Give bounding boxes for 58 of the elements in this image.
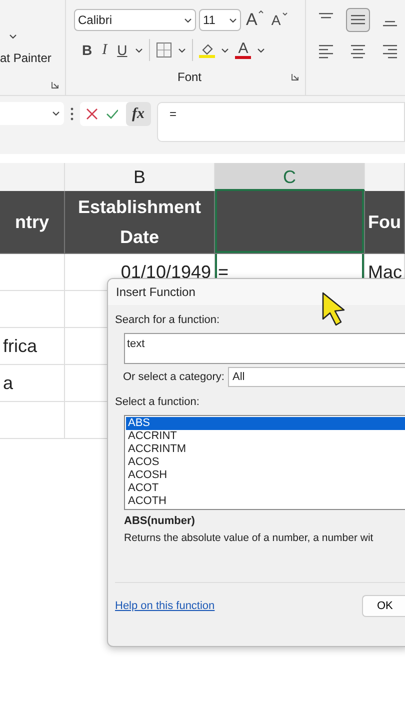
caret-icon[interactable]	[184, 18, 192, 22]
search-field[interactable]: text	[124, 333, 405, 364]
function-list-item[interactable]: ACCRINT	[126, 430, 405, 443]
down-chevron-icon	[282, 12, 288, 16]
group-label: Font	[177, 70, 202, 84]
align-center-icon	[351, 45, 365, 59]
table-cell: Establishment Date	[65, 191, 215, 254]
enter-icon[interactable]	[106, 108, 118, 120]
fill-color-icon[interactable]	[199, 42, 216, 58]
function-list-item[interactable]: ACOSH	[126, 469, 405, 482]
caret-icon[interactable]	[9, 34, 17, 39]
table-cell: a	[0, 365, 65, 402]
align-middle-icon	[351, 15, 365, 25]
underline-button[interactable]: U	[115, 42, 130, 58]
function-signature: ABS(number)	[124, 515, 196, 527]
align-right-icon	[383, 45, 397, 59]
caret-icon[interactable]	[229, 18, 237, 22]
font-size-dropdown[interactable]: 11	[199, 9, 241, 31]
italic-button[interactable]: I	[100, 42, 110, 58]
caret-icon[interactable]	[257, 48, 266, 52]
align-left-icon	[319, 45, 333, 59]
up-chevron-icon	[258, 10, 264, 14]
grow-font-button[interactable]: A	[244, 10, 266, 30]
caret-icon[interactable]	[221, 48, 230, 52]
table-cell: ntry	[0, 191, 65, 254]
shrink-font-button[interactable]: A	[269, 12, 290, 28]
dialog-launcher-icon[interactable]	[51, 81, 59, 89]
bold-button[interactable]: B	[80, 42, 94, 58]
align-bottom-icon	[383, 21, 397, 27]
caret-icon[interactable]	[135, 48, 144, 52]
align-top-icon	[319, 13, 333, 19]
function-list-item[interactable]: ABS	[126, 417, 405, 430]
formula-field[interactable]: =	[156, 102, 405, 142]
ok-button[interactable]: OK	[362, 595, 405, 617]
function-list-item[interactable]: ACCRINTM	[126, 443, 405, 456]
category-label: Or select a category:	[123, 371, 224, 383]
table-cell: Fou	[365, 191, 405, 254]
column-header[interactable]: C	[215, 163, 365, 191]
caret-icon[interactable]	[178, 48, 186, 52]
cursor-icon	[321, 291, 345, 327]
format-painter-label[interactable]: at Painter	[0, 51, 65, 65]
function-list-item[interactable]: ACOTH	[126, 495, 405, 508]
table-cell: frica	[0, 328, 65, 365]
category-dropdown[interactable]: All	[228, 367, 405, 387]
function-list-label: Select a function:	[115, 395, 200, 409]
more-icon[interactable]	[70, 107, 74, 121]
font-name-dropdown[interactable]: Calibri	[74, 9, 196, 31]
function-description: Returns the absolute value of a number, a number wit	[124, 532, 374, 544]
borders-icon[interactable]	[156, 42, 172, 58]
help-link[interactable]: Help on this function	[115, 600, 215, 612]
insert-function-button[interactable]: fx	[126, 102, 150, 126]
cancel-icon[interactable]	[86, 108, 98, 120]
search-label: Search for a function:	[115, 313, 221, 327]
dialog-launcher-icon[interactable]	[291, 73, 299, 81]
function-list-item[interactable]: ACOT	[126, 482, 405, 495]
function-list-item[interactable]: ACOS	[126, 456, 405, 469]
align-middle-button[interactable]	[346, 8, 370, 32]
font-color-button[interactable]: A	[235, 41, 252, 59]
